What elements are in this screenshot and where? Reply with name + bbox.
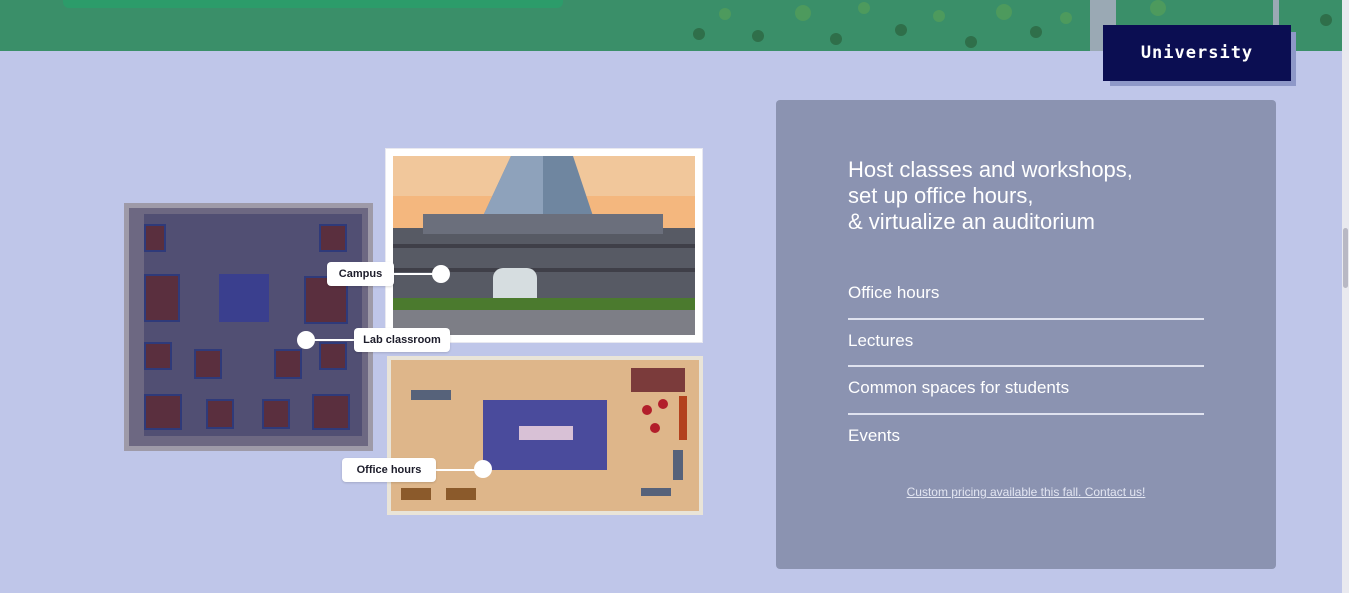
university-info-card: Host classes and workshops, set up offic… [776,100,1276,569]
tree-decoration [1320,14,1332,26]
feature-item-common-spaces: Common spaces for students [848,367,1204,415]
feature-item-lectures: Lectures [848,320,1204,367]
custom-pricing-link[interactable]: Custom pricing available this fall. Cont… [776,485,1276,499]
headline-line: Host classes and workshops, [848,157,1133,182]
banner-bar [63,0,563,8]
campus-marker-dot [432,265,450,283]
campus-map [385,148,703,343]
scrollbar-thumb[interactable] [1343,228,1348,288]
tree-decoration [1150,0,1166,16]
lab-desk [262,399,290,429]
campus-building-illustration [393,156,695,335]
lab-desk [144,274,180,322]
tree-decoration [752,30,764,42]
lab-desk [194,349,222,379]
lab-desk [312,394,350,430]
card-headline: Host classes and workshops, set up offic… [848,157,1228,235]
lab-classroom-callout[interactable]: Lab classroom [354,328,450,352]
lab-desk [319,224,347,252]
tree-decoration [830,33,842,45]
tree-decoration [996,4,1012,20]
feature-list: Office hours Lectures Common spaces for … [848,272,1204,462]
lab-classroom-map [124,203,373,451]
lab-desk [144,394,182,430]
lab-marker-dot [297,331,315,349]
office-hours-map [387,356,703,515]
tree-decoration [795,5,811,21]
headline-line: & virtualize an auditorium [848,209,1096,234]
lab-desk [319,342,347,370]
tree-decoration [965,36,977,48]
office-hours-callout[interactable]: Office hours [342,458,436,482]
lab-desk [274,349,302,379]
tree-decoration [1030,26,1042,38]
tree-decoration [933,10,945,22]
lab-desk [144,224,166,252]
office-room-illustration [401,368,687,500]
lab-floor [144,214,362,436]
headline-line: set up office hours, [848,183,1034,208]
campus-callout[interactable]: Campus [327,262,394,286]
lab-desk [206,399,234,429]
lab-desk [144,342,172,370]
tree-decoration [693,28,705,40]
feature-item-office-hours: Office hours [848,272,1204,320]
tree-decoration [719,8,731,20]
lab-rug [219,274,269,322]
tree-decoration [858,2,870,14]
office-marker-dot [474,460,492,478]
tree-decoration [1060,12,1072,24]
university-tab-button[interactable]: University [1103,25,1291,81]
page-scrollbar[interactable] [1342,0,1349,593]
tree-decoration [895,24,907,36]
feature-item-events: Events [848,425,900,445]
